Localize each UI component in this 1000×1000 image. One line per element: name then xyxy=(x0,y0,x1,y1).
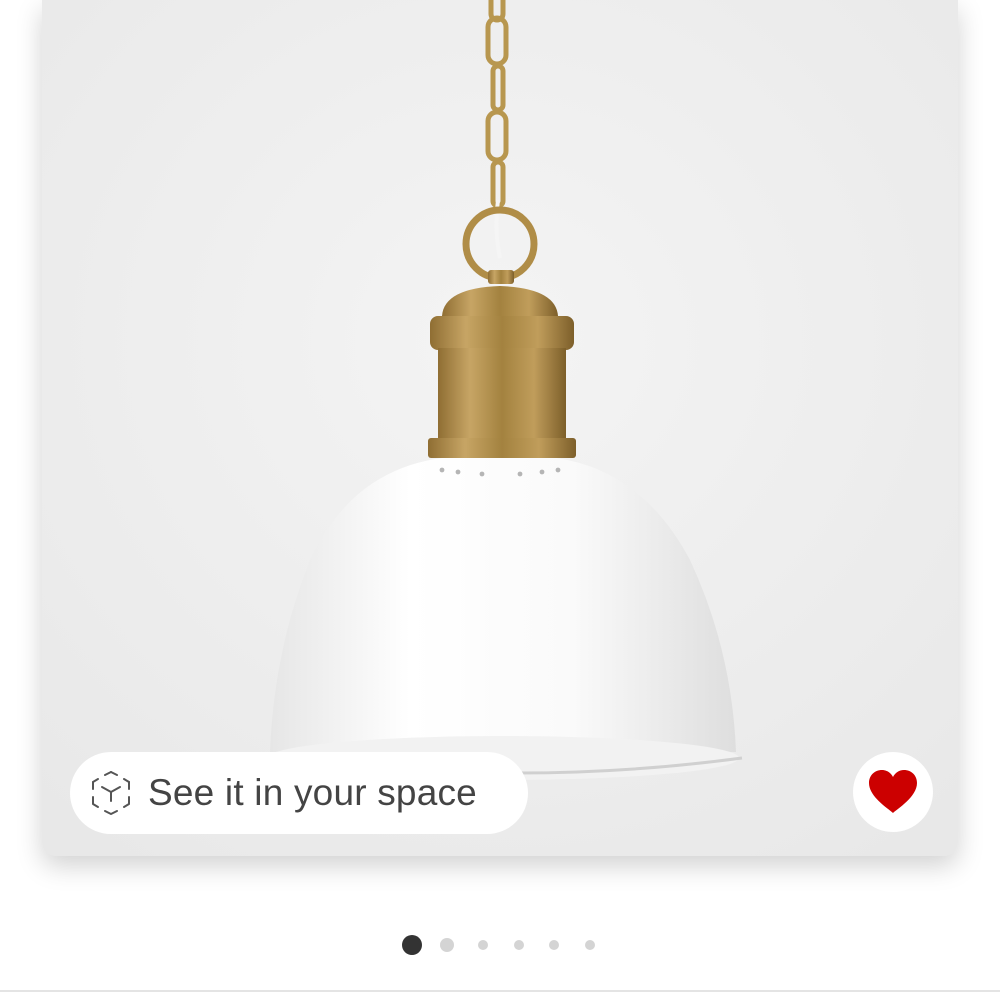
carousel-dot-1[interactable] xyxy=(402,935,422,955)
carousel-dot-3[interactable] xyxy=(478,940,488,950)
product-photo xyxy=(42,0,958,856)
carousel-dot-4[interactable] xyxy=(514,940,524,950)
divider xyxy=(0,990,1000,992)
favorite-button[interactable] xyxy=(853,752,933,832)
ar-cube-icon xyxy=(92,771,130,815)
heart-icon xyxy=(869,770,917,813)
carousel-dot-6[interactable] xyxy=(585,940,595,950)
see-it-in-your-space-label: See it in your space xyxy=(148,772,477,813)
see-it-in-your-space-button[interactable]: See it in your space xyxy=(70,752,528,834)
product-image-card[interactable]: See it in your space xyxy=(42,0,958,856)
carousel-dot-5[interactable] xyxy=(549,940,559,950)
carousel-pagination xyxy=(0,935,1000,955)
carousel-dot-2[interactable] xyxy=(440,938,454,952)
product-detail-page: See it in your space xyxy=(0,0,1000,1000)
